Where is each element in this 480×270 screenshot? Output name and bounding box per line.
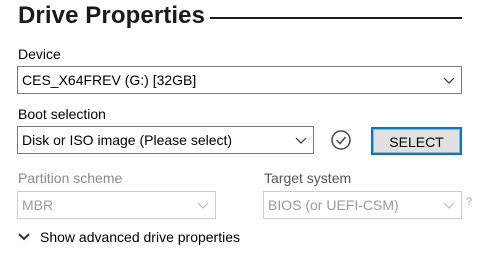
partition-scheme-dropdown[interactable]: MBR — [17, 191, 216, 219]
device-dropdown[interactable]: CES_X64FREV (G:) [32GB] — [17, 66, 462, 94]
boot-selection-label: Boot selection — [18, 106, 106, 122]
select-button[interactable]: SELECT — [371, 127, 462, 155]
title-divider — [210, 17, 462, 19]
help-icon[interactable]: ? — [466, 196, 472, 208]
section-title: Drive Properties — [18, 2, 206, 29]
chevron-down-icon — [295, 137, 307, 144]
target-system-value: BIOS (or UEFI-CSM) — [268, 197, 399, 213]
advanced-toggle-label: Show advanced drive properties — [40, 229, 241, 245]
chevron-down-icon — [443, 77, 455, 84]
check-circle-icon[interactable] — [330, 129, 352, 151]
chevron-down-icon — [197, 202, 209, 209]
chevron-down-icon — [443, 202, 455, 209]
chevron-down-icon — [18, 233, 30, 241]
target-system-label: Target system — [264, 170, 352, 186]
boot-selection-value: Disk or ISO image (Please select) — [22, 132, 233, 148]
advanced-drive-properties-toggle[interactable]: Show advanced drive properties — [18, 229, 240, 245]
device-value: CES_X64FREV (G:) [32GB] — [22, 72, 197, 88]
partition-scheme-label: Partition scheme — [18, 170, 123, 186]
partition-scheme-value: MBR — [22, 197, 54, 213]
select-button-label: SELECT — [373, 129, 460, 153]
device-label: Device — [18, 46, 61, 62]
target-system-dropdown[interactable]: BIOS (or UEFI-CSM) — [263, 191, 462, 219]
boot-selection-dropdown[interactable]: Disk or ISO image (Please select) — [17, 126, 314, 154]
cut-off-content — [20, 262, 180, 270]
